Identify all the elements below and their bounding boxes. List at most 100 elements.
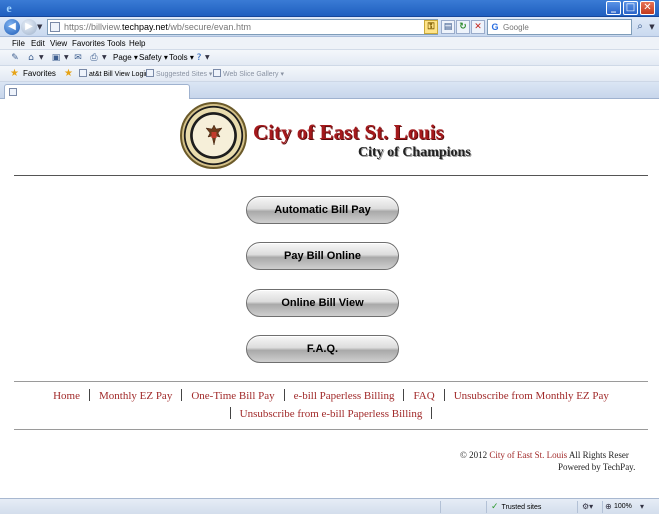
copyright-text: © 2012 City of East St. Louis All Rights… (460, 449, 659, 461)
search-options-dropdown-icon[interactable]: ▼ (647, 20, 657, 34)
header-divider (14, 175, 648, 176)
city-seal-logo (180, 102, 247, 169)
close-window-button[interactable]: ✕ (640, 1, 655, 15)
page-icon (9, 88, 17, 96)
status-bar: ✓ Trusted sites ⚙▾ ⊕ 100% ▾ (0, 498, 659, 514)
search-icon[interactable]: ⌕ (634, 20, 646, 34)
favorites-star-icon[interactable]: ★ (10, 68, 19, 79)
automatic-bill-pay-button[interactable]: Automatic Bill Pay (246, 196, 399, 224)
copyright-owner-link[interactable]: City of East St. Louis (489, 450, 567, 460)
minimize-button[interactable]: _ (606, 1, 621, 15)
page-menu-label: Page (113, 53, 132, 62)
address-bar[interactable]: https://billview.techpay.net/wb/secure/e… (47, 19, 438, 35)
add-to-favorites-bar-icon[interactable]: ★ (64, 68, 73, 79)
tools-menu[interactable]: Tools ▾ (169, 53, 194, 63)
favorites-bar: ★ Favorites ★ at&t Bill View Login Sugge… (0, 66, 659, 82)
eagle-icon (205, 124, 223, 146)
favorite-link-label: Web Slice Gallery (223, 71, 279, 78)
add-favorite-icon[interactable]: ✎ (9, 52, 21, 64)
url-prefix: https://billview. (64, 22, 123, 32)
safety-menu-label: Safety (139, 53, 162, 62)
tab-current-page[interactable] (4, 84, 190, 99)
footer-link-one-time-bill-pay[interactable]: One-Time Bill Pay (191, 390, 274, 402)
page-menu[interactable]: Page ▾ (113, 53, 138, 63)
compatibility-view-icon[interactable]: ▤ (441, 20, 455, 34)
footer-link-unsubscribe-monthly[interactable]: Unsubscribe from Monthly EZ Pay (454, 390, 609, 402)
mail-icon[interactable]: ✉ (72, 52, 84, 64)
footer-nav: Home Monthly EZ Pay One-Time Bill Pay e-bil… (14, 387, 648, 423)
favorites-button[interactable]: Favorites (23, 69, 56, 79)
trusted-check-icon: ✓ (491, 502, 499, 512)
url-text[interactable]: https://billview.techpay.net/wb/secure/e… (64, 22, 251, 33)
back-button[interactable]: ◀ (4, 19, 20, 35)
footer-separator (403, 389, 405, 401)
zoom-icon[interactable]: ⊕ (605, 501, 612, 513)
print-dropdown-icon[interactable]: ▼ (102, 53, 107, 63)
powered-by-text: Powered by TechPay. (558, 462, 636, 472)
favorite-link-label: Suggested Sites (156, 71, 207, 78)
security-zone[interactable]: ✓ Trusted sites (491, 501, 541, 514)
city-subtitle: City of Champions (358, 145, 471, 160)
menu-view[interactable]: View (50, 38, 67, 49)
feeds-dropdown-icon[interactable]: ▼ (64, 53, 69, 63)
page-icon (79, 69, 87, 77)
help-icon[interactable]: ? (193, 52, 205, 64)
online-bill-view-button[interactable]: Online Bill View (246, 289, 399, 317)
footer-separator (229, 407, 231, 419)
lock-icon[interactable]: ⚿ (424, 20, 438, 34)
tab-strip (0, 82, 659, 99)
stop-icon[interactable]: ✕ (471, 20, 485, 34)
url-path: /wb/secure/evan.htm (167, 22, 251, 32)
footer-divider-bottom (14, 429, 648, 430)
status-divider (577, 501, 578, 513)
page-content: City of East St. Louis City of Champions… (0, 100, 659, 498)
search-input[interactable] (503, 21, 628, 33)
page-icon (50, 22, 60, 32)
refresh-icon[interactable]: ↻ (456, 20, 470, 34)
maximize-button[interactable]: □ (623, 1, 638, 15)
forward-button[interactable]: ▶ (21, 19, 37, 35)
safety-menu[interactable]: Safety ▾ (139, 53, 168, 63)
search-box[interactable]: G (487, 19, 632, 35)
favorite-link-att[interactable]: at&t Bill View Login (79, 69, 149, 80)
menu-favorites[interactable]: Favorites (72, 38, 105, 49)
copyright-suffix: All Rights Reser (568, 450, 629, 460)
menu-file[interactable]: File (12, 38, 25, 49)
footer-separator (443, 389, 445, 401)
home-icon[interactable]: ⌂ (25, 52, 37, 64)
status-divider (486, 501, 487, 513)
home-dropdown-icon[interactable]: ▼ (39, 53, 44, 63)
zoom-level[interactable]: 100% (614, 501, 632, 513)
footer-link-home[interactable]: Home (53, 390, 80, 402)
google-icon: G (491, 22, 499, 32)
address-toolbar: ◀ ▶ ▼ https://billview.techpay.net/wb/se… (0, 17, 659, 37)
history-dropdown-icon[interactable]: ▼ (37, 21, 45, 33)
footer-link-faq[interactable]: FAQ (413, 390, 434, 402)
protected-mode-icon[interactable]: ⚙▾ (582, 501, 593, 513)
copyright-prefix: © 2012 (460, 450, 488, 460)
menu-tools[interactable]: Tools (107, 38, 126, 49)
status-divider (440, 501, 441, 513)
faq-button[interactable]: F.A.Q. (246, 335, 399, 363)
footer-separator (88, 389, 90, 401)
help-dropdown-icon[interactable]: ▼ (205, 53, 210, 63)
favorite-link-web-slice-gallery[interactable]: Web Slice Gallery ▾ (213, 69, 284, 80)
menu-bar: File Edit View Favorites Tools Help (0, 37, 659, 50)
security-zone-label: Trusted sites (501, 504, 542, 511)
favorite-link-suggested-sites[interactable]: Suggested Sites ▾ (146, 69, 212, 80)
favorite-link-label: at&t Bill View Login (89, 71, 149, 78)
footer-separator (181, 389, 183, 401)
footer-separator (283, 389, 285, 401)
page-icon (213, 69, 221, 77)
page-icon (146, 69, 154, 77)
footer-link-unsubscribe-ebill[interactable]: Unsubscribe from e-bill Paperless Billin… (240, 408, 423, 420)
print-icon[interactable]: ⎙ (88, 52, 100, 64)
pay-bill-online-button[interactable]: Pay Bill Online (246, 242, 399, 270)
zoom-dropdown-icon[interactable]: ▾ (640, 501, 644, 513)
feeds-icon[interactable]: ▣ (50, 52, 62, 64)
city-title: City of East St. Louis (253, 120, 444, 144)
menu-help[interactable]: Help (129, 38, 145, 49)
footer-link-monthly-ez-pay[interactable]: Monthly EZ Pay (99, 390, 172, 402)
menu-edit[interactable]: Edit (31, 38, 45, 49)
footer-link-ebill-paperless[interactable]: e-bill Paperless Billing (294, 390, 395, 402)
